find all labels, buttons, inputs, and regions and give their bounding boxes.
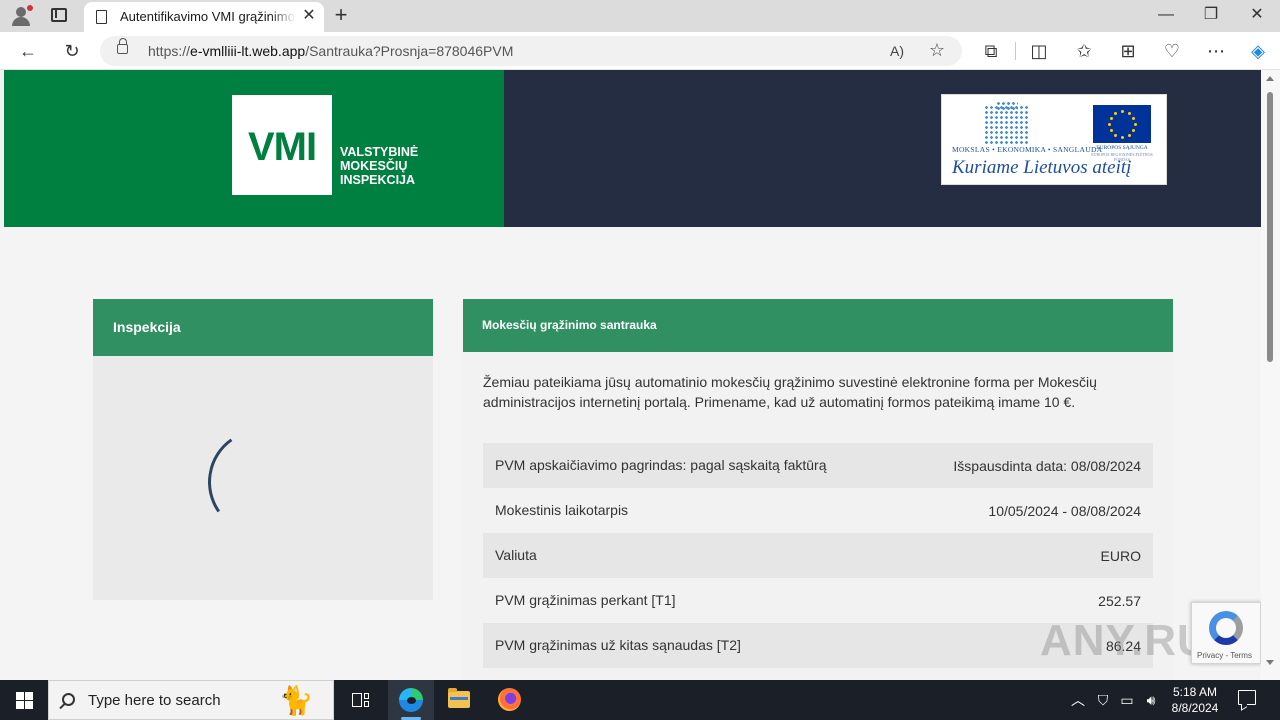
scroll-thumb[interactable] bbox=[1267, 92, 1273, 362]
inspection-card-title: Inspekcija bbox=[113, 319, 181, 335]
file-explorer-icon[interactable] bbox=[436, 680, 482, 720]
address-bar[interactable]: https://e-vmlliii-lt.web.app/Santrauka?P… bbox=[100, 36, 962, 66]
summary-card-title: Mokesčių grąžinimo santrauka bbox=[482, 318, 657, 332]
eu-funding-logo: MOKSLAS • EKONOMIKA • SANGLAUDA EUROPOS … bbox=[941, 94, 1167, 185]
window-close-button[interactable]: ✕ bbox=[1244, 4, 1270, 26]
page-scrollbar[interactable] bbox=[1261, 70, 1280, 680]
taskbar-clock[interactable]: 5:18 AM 8/8/2024 bbox=[1160, 684, 1230, 716]
copilot-icon[interactable]: ◈ bbox=[1246, 39, 1270, 63]
recaptcha-badge[interactable]: Privacy - Terms bbox=[1191, 602, 1261, 664]
windows-taskbar: Type here to search 🐈 ︿ ⛉ ▭ 🔊︎ 5:18 AM 8… bbox=[0, 680, 1280, 720]
browser-tab-strip: Autentifikavimo VMI grąžinimo sąskaita ✕… bbox=[0, 0, 1280, 32]
browser-essentials-icon[interactable]: ♡ bbox=[1160, 39, 1184, 63]
summary-intro-text: Žemiau pateikiama jūsų automatinio mokes… bbox=[483, 374, 1097, 410]
active-tab[interactable]: Autentifikavimo VMI grąžinimo sąskaita ✕ bbox=[84, 2, 324, 32]
eu-flag-icon bbox=[1093, 105, 1151, 143]
tab-close-icon[interactable]: ✕ bbox=[300, 7, 318, 25]
split-screen-icon[interactable]: ◫ bbox=[1027, 39, 1051, 63]
recaptcha-terms-link[interactable]: Privacy - Terms bbox=[1197, 651, 1252, 660]
summary-row: Valiuta EURO bbox=[483, 533, 1153, 578]
lock-icon[interactable] bbox=[117, 38, 128, 54]
summary-row: Mokestinis laikotarpis 10/05/2024 - 08/0… bbox=[495, 502, 1141, 519]
tab-title: Autentifikavimo VMI grąžinimo sąskaita bbox=[120, 9, 296, 24]
scroll-up-icon[interactable] bbox=[1266, 76, 1274, 81]
edge-taskbar-icon[interactable] bbox=[388, 680, 434, 720]
refresh-icon[interactable]: ↻ bbox=[60, 39, 84, 63]
extensions-icon[interactable]: ⧉ bbox=[979, 39, 1003, 63]
search-placeholder: Type here to search bbox=[88, 692, 221, 709]
browser-toolbar: ← ↻ https://e-vmlliii-lt.web.app/Santrau… bbox=[0, 32, 1280, 70]
network-icon[interactable]: ▭ bbox=[1117, 690, 1137, 710]
search-icon bbox=[62, 693, 75, 706]
collections-icon[interactable]: ⊞ bbox=[1116, 39, 1140, 63]
task-view-icon[interactable] bbox=[337, 680, 383, 720]
minimize-button[interactable]: — bbox=[1153, 4, 1179, 26]
taskbar-search-box[interactable]: Type here to search 🐈 bbox=[48, 680, 334, 720]
more-menu-icon[interactable]: ⋯ bbox=[1204, 39, 1228, 63]
summary-row: PVM apskaičiavimo pagrindas: pagal sąska… bbox=[483, 443, 1153, 488]
maximize-button[interactable]: ❐ bbox=[1198, 4, 1224, 26]
back-arrow-icon[interactable]: ← bbox=[16, 39, 40, 63]
volume-icon[interactable]: 🔊︎ bbox=[1141, 690, 1161, 710]
vmi-logo[interactable]: VMI bbox=[232, 95, 332, 195]
security-tray-icon[interactable]: ⛉ bbox=[1093, 690, 1113, 710]
inspection-card-header: Inspekcija bbox=[93, 299, 433, 356]
scroll-down-icon[interactable] bbox=[1266, 660, 1274, 665]
loading-spinner-icon bbox=[199, 420, 323, 544]
recaptcha-icon bbox=[1209, 611, 1245, 645]
page-viewport: VMI VALSTYBINĖ MOKESČIŲ INSPEKCIJA MOKSL… bbox=[0, 70, 1261, 680]
notification-icon[interactable] bbox=[1238, 690, 1256, 705]
page-icon bbox=[96, 10, 107, 24]
favorites-icon[interactable]: ✩ bbox=[1072, 39, 1096, 63]
vmi-logo-name: VALSTYBINĖ MOKESČIŲ INSPEKCIJA bbox=[340, 145, 419, 187]
profile-icon[interactable] bbox=[10, 5, 33, 27]
lithuania-map-icon bbox=[984, 105, 1028, 145]
url-text[interactable]: https://e-vmlliii-lt.web.app/Santrauka?P… bbox=[148, 43, 513, 59]
read-aloud-icon[interactable]: A) bbox=[886, 40, 908, 62]
eu-tagline: MOKSLAS • EKONOMIKA • SANGLAUDA bbox=[952, 145, 1103, 154]
summary-card-header: Mokesčių grąžinimo santrauka bbox=[463, 299, 1173, 352]
inspection-card: Inspekcija bbox=[93, 299, 433, 600]
tab-actions-icon[interactable] bbox=[51, 8, 67, 22]
firefox-icon[interactable] bbox=[486, 680, 532, 720]
new-tab-button[interactable]: + bbox=[330, 4, 352, 26]
eu-motto: Kuriame Lietuvos ateitį bbox=[952, 157, 1132, 178]
cat-illustration-icon: 🐈 bbox=[278, 685, 314, 716]
show-hidden-icons-icon[interactable]: ︿ bbox=[1068, 690, 1088, 710]
favorite-star-icon[interactable]: ☆ bbox=[926, 39, 948, 61]
windows-start-icon[interactable] bbox=[16, 692, 33, 709]
